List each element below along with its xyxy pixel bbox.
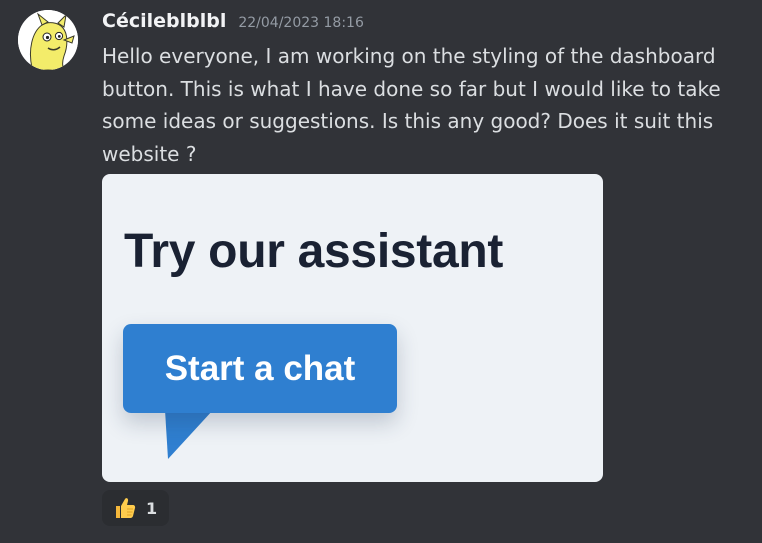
thumbs-up-icon	[116, 498, 136, 518]
reaction-count: 1	[146, 498, 158, 518]
reaction-thumbs-up[interactable]: 1	[102, 490, 169, 526]
chat-message: Cécileblblbl 22/04/2023 18:16 Hello ever…	[0, 0, 762, 543]
image-attachment[interactable]: Try our assistant Start a chat	[102, 174, 603, 482]
yellow-creature-avatar-icon	[18, 10, 78, 70]
chat-bubble: Start a chat	[123, 324, 397, 464]
avatar[interactable]	[18, 10, 78, 70]
username[interactable]: Cécileblblbl	[102, 10, 226, 32]
start-chat-button[interactable]: Start a chat	[123, 324, 397, 413]
message-header: Cécileblblbl 22/04/2023 18:16	[102, 10, 364, 36]
message-text: Hello everyone, I am working on the styl…	[102, 44, 721, 166]
promo-title: Try our assistant	[124, 225, 504, 278]
timestamp: 22/04/2023 18:16	[238, 15, 364, 31]
